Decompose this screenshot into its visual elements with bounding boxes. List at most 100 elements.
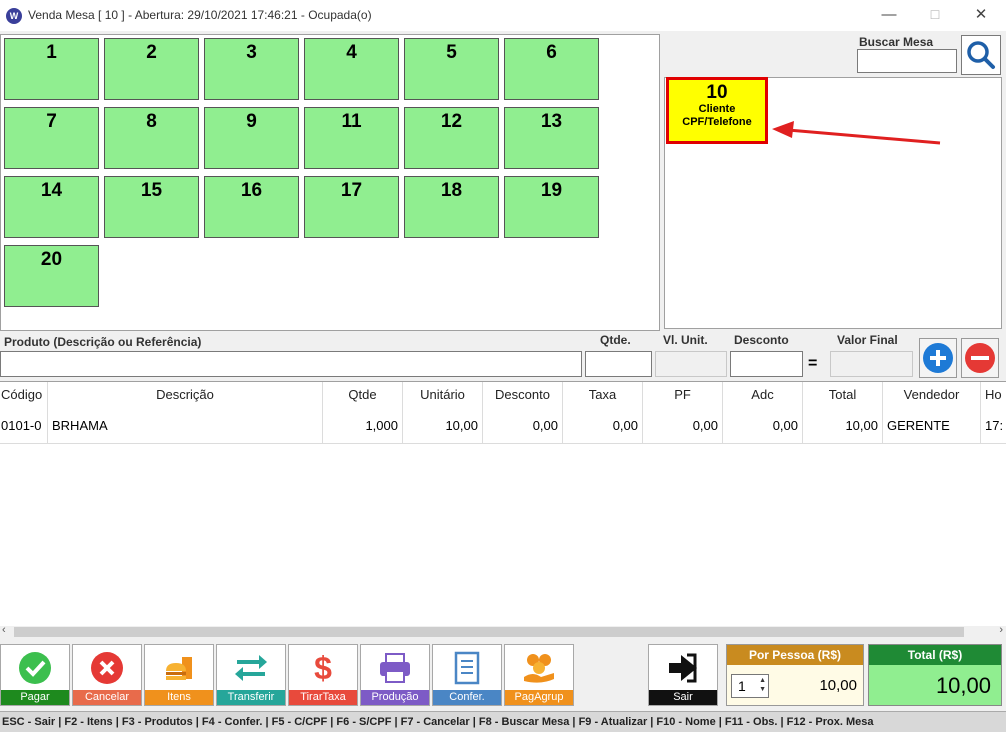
column-header-descricao[interactable]: Descrição xyxy=(48,382,323,408)
window-title: Venda Mesa [ 10 ] - Abertura: 29/10/2021… xyxy=(28,8,372,22)
table-tile-19[interactable]: 19 xyxy=(504,176,599,238)
maximize-button[interactable]: ☐ xyxy=(920,4,950,26)
minimize-button[interactable]: — xyxy=(874,4,904,26)
table-tile-12[interactable]: 12 xyxy=(404,107,499,169)
table-tile-8[interactable]: 8 xyxy=(104,107,199,169)
column-header-pf[interactable]: PF xyxy=(643,382,723,408)
remove-fee-button[interactable]: $ TirarTaxa xyxy=(288,644,358,706)
table-tile-18[interactable]: 18 xyxy=(404,176,499,238)
per-person-value: 10,00 xyxy=(819,677,857,694)
sale-window: W Venda Mesa [ 10 ] - Abertura: 29/10/20… xyxy=(0,0,1006,732)
total-title: Total (R$) xyxy=(869,645,1001,665)
food-items-icon xyxy=(166,657,192,680)
quantity-input[interactable] xyxy=(585,351,652,377)
table-tile-4[interactable]: 4 xyxy=(304,38,399,100)
search-icon xyxy=(967,41,995,69)
table-tile-2[interactable]: 2 xyxy=(104,38,199,100)
total-panel: Total (R$) 10,00 xyxy=(868,644,1002,706)
table-tile-11[interactable]: 11 xyxy=(304,107,399,169)
selected-table-tile[interactable]: 10 Cliente CPF/Telefone xyxy=(666,77,768,144)
cancel-x-icon xyxy=(91,652,123,684)
transfer-button[interactable]: Transferir xyxy=(216,644,286,706)
table-tile-14[interactable]: 14 xyxy=(4,176,99,238)
table-tile-17[interactable]: 17 xyxy=(304,176,399,238)
table-tile-1[interactable]: 1 xyxy=(4,38,99,100)
column-header-desconto[interactable]: Desconto xyxy=(483,382,563,408)
unit-price-label: Vl. Unit. xyxy=(663,333,708,347)
app-logo-icon: W xyxy=(6,8,22,24)
shortcuts-bar: ESC - Sair | F2 - Itens | F3 - Produtos … xyxy=(0,711,1006,732)
column-header-taxa[interactable]: Taxa xyxy=(563,382,643,408)
column-header-unitario[interactable]: Unitário xyxy=(403,382,483,408)
transfer-arrows-icon xyxy=(235,655,267,681)
close-button[interactable]: ✕ xyxy=(966,4,996,26)
minus-icon xyxy=(965,343,995,373)
coins-hand-icon xyxy=(524,654,554,683)
per-person-title: Por Pessoa (R$) xyxy=(727,645,863,665)
production-button-label: Produção xyxy=(361,690,429,705)
scroll-right-icon[interactable]: › xyxy=(999,624,1003,636)
transfer-button-label: Transferir xyxy=(217,690,285,705)
items-button[interactable]: Itens xyxy=(144,644,214,706)
column-header-codigo[interactable]: Código xyxy=(0,382,48,408)
table-tile-16[interactable]: 16 xyxy=(204,176,299,238)
remove-fee-button-label: TirarTaxa xyxy=(289,690,357,705)
selected-table-number: 10 xyxy=(706,82,728,103)
equals-sign: = xyxy=(808,355,818,372)
search-table-input[interactable] xyxy=(857,49,957,73)
table-tile-3[interactable]: 3 xyxy=(204,38,299,100)
column-header-hora[interactable]: Ho xyxy=(981,382,1006,408)
selected-table-client-label: Cliente xyxy=(698,103,736,115)
column-header-total[interactable]: Total xyxy=(803,382,883,408)
checkmark-icon xyxy=(19,652,51,684)
items-table-header: Código Descrição Qtde Unitário Desconto … xyxy=(0,382,1006,408)
table-tile-13[interactable]: 13 xyxy=(504,107,599,169)
printer-icon xyxy=(380,653,410,683)
product-input[interactable] xyxy=(0,351,582,377)
quantity-label: Qtde. xyxy=(600,333,631,347)
cell-total: 10,00 xyxy=(803,408,883,444)
confer-button[interactable]: Confer. xyxy=(432,644,502,706)
confer-button-label: Confer. xyxy=(433,690,501,705)
scrollbar-thumb[interactable] xyxy=(14,627,964,637)
column-header-qtde[interactable]: Qtde xyxy=(323,382,403,408)
cell-desconto: 0,00 xyxy=(483,408,563,444)
remove-item-button[interactable] xyxy=(961,338,999,378)
discount-label: Desconto xyxy=(734,333,789,347)
pay-button[interactable]: Pagar xyxy=(0,644,70,706)
add-item-button[interactable] xyxy=(919,338,957,378)
per-person-panel: Por Pessoa (R$) 1 ▲ ▼ 10,00 xyxy=(726,644,864,706)
horizontal-scrollbar[interactable]: ‹ › xyxy=(0,624,1006,638)
column-header-vendedor[interactable]: Vendedor xyxy=(883,382,981,408)
total-value: 10,00 xyxy=(935,673,991,698)
plus-icon xyxy=(923,343,953,373)
final-value-input xyxy=(830,351,913,377)
table-tile-15[interactable]: 15 xyxy=(104,176,199,238)
cell-pf: 0,00 xyxy=(643,408,723,444)
table-tile-9[interactable]: 9 xyxy=(204,107,299,169)
group-pay-button[interactable]: PagAgrup xyxy=(504,644,574,706)
discount-input[interactable] xyxy=(730,351,803,377)
table-tile-20[interactable]: 20 xyxy=(4,245,99,307)
column-header-adc[interactable]: Adc xyxy=(723,382,803,408)
people-count-stepper[interactable]: 1 ▲ ▼ xyxy=(731,674,769,698)
table-tile-5[interactable]: 5 xyxy=(404,38,499,100)
selected-table-cpf-label: CPF/Telefone xyxy=(682,116,752,128)
cell-hora: 17: xyxy=(981,408,1006,444)
search-label: Buscar Mesa xyxy=(859,35,934,49)
search-button[interactable] xyxy=(961,35,1001,75)
table-tile-6[interactable]: 6 xyxy=(504,38,599,100)
exit-button[interactable]: Sair xyxy=(648,644,718,706)
cell-unitario: 10,00 xyxy=(403,408,483,444)
spin-arrows-icon[interactable]: ▲ ▼ xyxy=(759,676,766,694)
scroll-left-icon[interactable]: ‹ xyxy=(2,624,6,636)
table-tile-7[interactable]: 7 xyxy=(4,107,99,169)
cancel-button[interactable]: Cancelar xyxy=(72,644,142,706)
unit-price-input xyxy=(655,351,727,377)
product-label: Produto (Descrição ou Referência) xyxy=(4,335,202,349)
table-row[interactable]: 0101-0 BRHAMA 1,000 10,00 0,00 0,00 0,00… xyxy=(0,408,1006,444)
production-button[interactable]: Produção xyxy=(360,644,430,706)
dollar-icon: $ xyxy=(314,649,332,686)
pay-button-label: Pagar xyxy=(1,690,69,705)
tables-panel: 1 2 3 4 5 6 7 8 9 11 12 13 14 15 16 17 1… xyxy=(0,34,660,331)
